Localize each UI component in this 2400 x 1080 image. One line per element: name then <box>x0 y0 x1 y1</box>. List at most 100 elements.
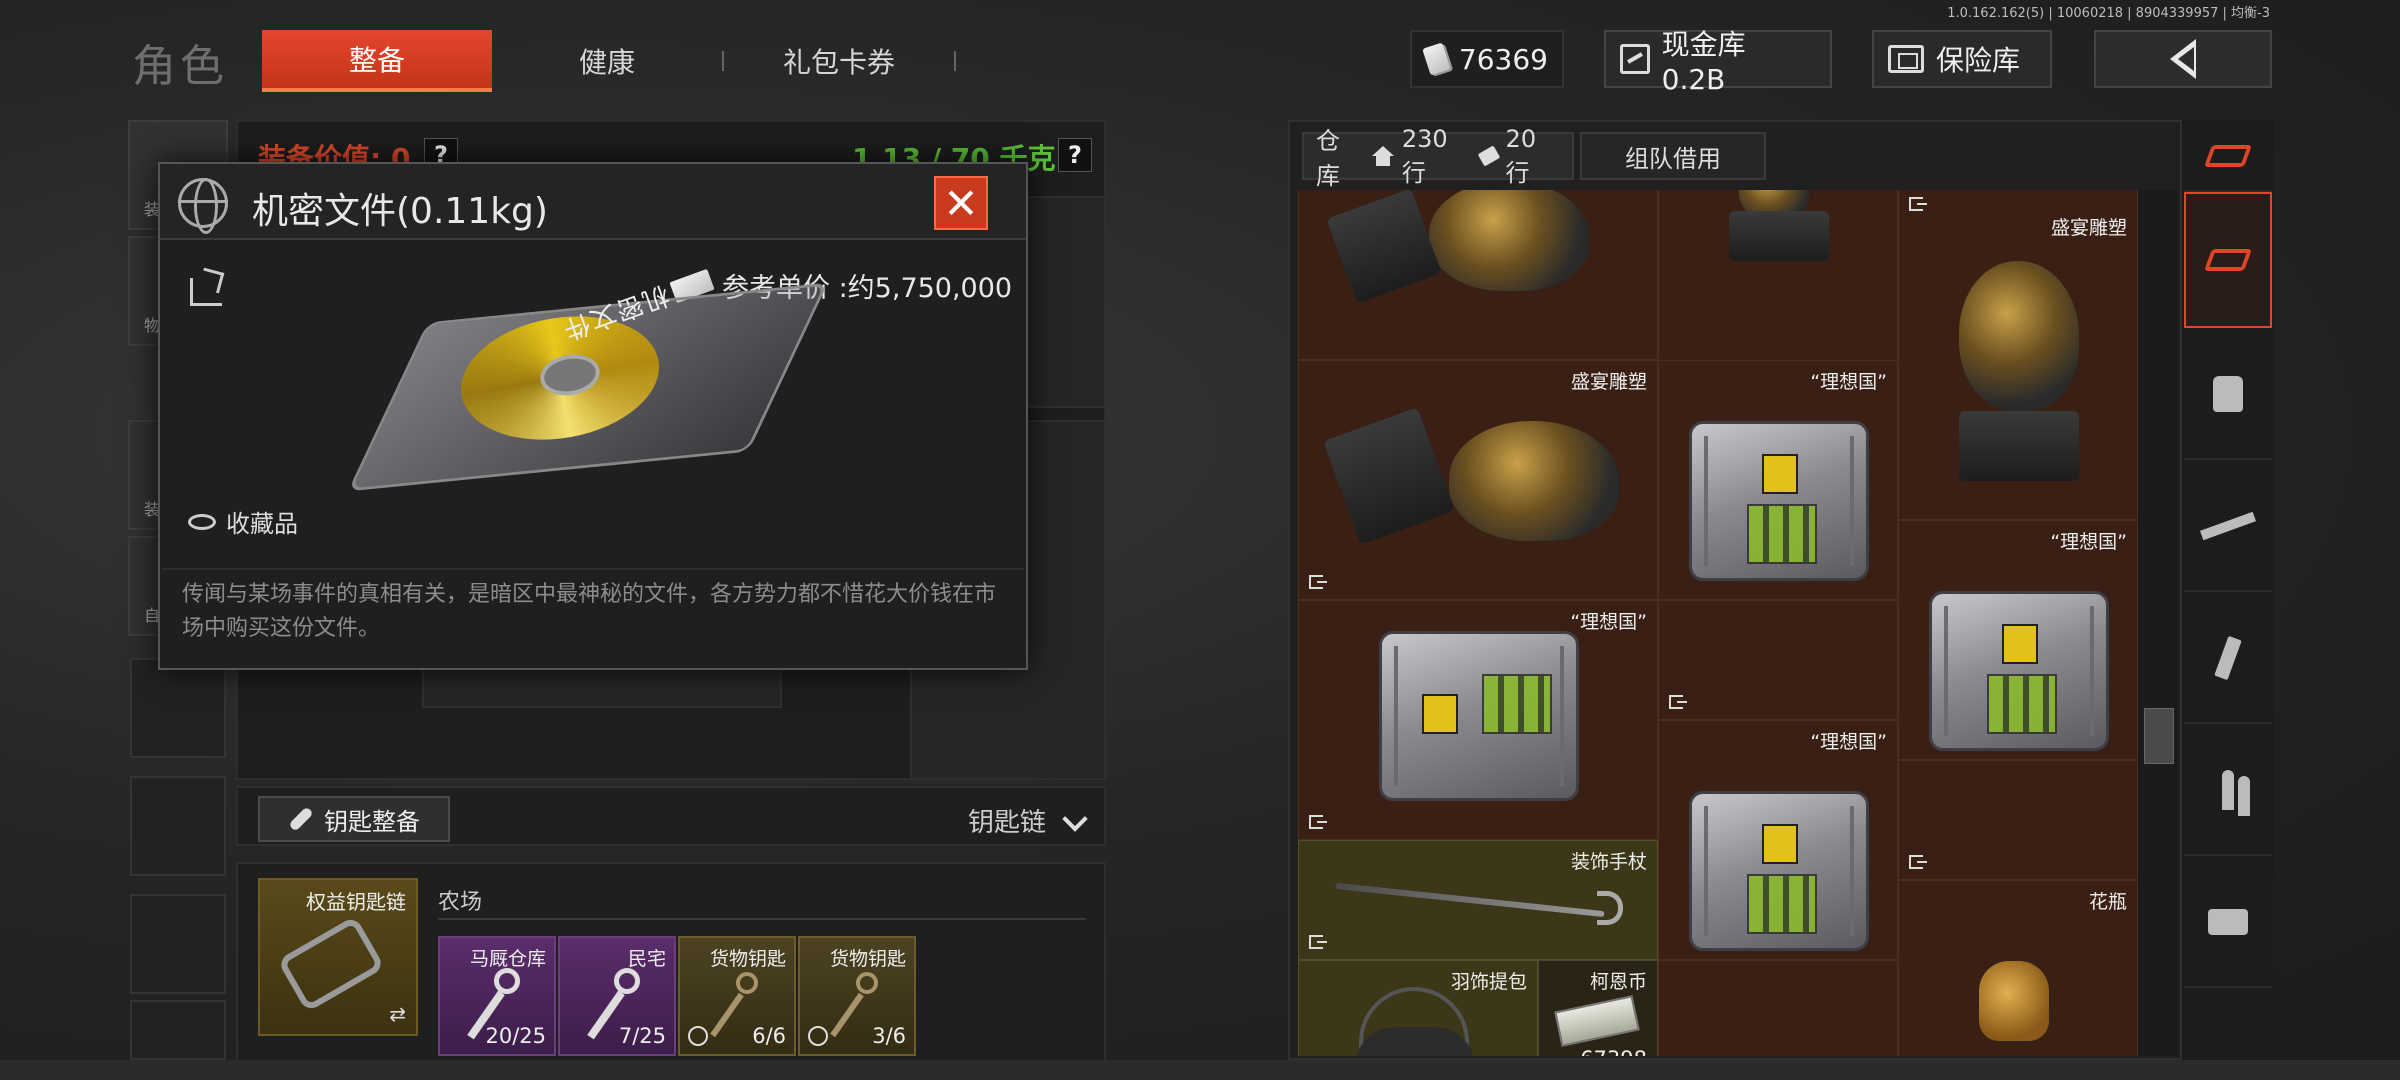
house-icon <box>1371 146 1394 166</box>
item-description: 传闻与某场事件的真相有关，是暗区中最神秘的文件，各方势力都不惜花大价钱在市场中购… <box>182 582 997 641</box>
filter-sort-button[interactable] <box>2184 122 2272 192</box>
back-button[interactable] <box>2094 30 2272 88</box>
ammo-icon <box>2222 770 2234 810</box>
inventory-item-ideal-state[interactable]: “理想国” <box>1298 600 1658 840</box>
inventory-item-ideal-state[interactable]: “理想国” <box>1658 720 1898 960</box>
modal-title: 机密文件(0.11kg) <box>252 191 548 232</box>
item-name: 装饰手杖 <box>1570 851 1647 873</box>
safe-icon <box>1888 45 1924 73</box>
key-slot[interactable]: 马厩仓库 20/25 <box>438 936 556 1056</box>
empty-slot[interactable] <box>130 1000 226 1060</box>
tab-gift-vouchers[interactable]: 礼包卡券 <box>724 30 954 92</box>
cash-stack-art <box>1554 995 1640 1047</box>
key-name: 马厩仓库 <box>469 948 546 970</box>
item-name: 盛宴雕塑 <box>2050 217 2127 239</box>
key-section-label: 农场 <box>438 890 483 915</box>
key-chain-item[interactable]: 权益钥匙链 ⇄ <box>258 878 418 1036</box>
inventory-item-ideal-state[interactable]: “理想国” <box>1658 360 1898 600</box>
key-slot[interactable]: 货物钥匙 6/6 <box>678 936 796 1056</box>
cane-art <box>1335 882 1605 918</box>
inventory-item-cane[interactable]: 装饰手杖 <box>1298 840 1658 960</box>
filter-weapon-button[interactable] <box>2184 462 2272 592</box>
item-name: “理想国” <box>1570 611 1647 633</box>
backpack-grid[interactable] <box>422 664 782 708</box>
bottom-strip <box>0 1060 2400 1080</box>
safe-button[interactable]: 保险库 <box>1872 30 2052 88</box>
key-uses: 7/25 <box>618 1024 666 1048</box>
key-setup-label: 钥匙整备 <box>324 807 420 836</box>
money-amount: 76369 <box>1458 42 1548 76</box>
key-setup-button[interactable]: 钥匙整备 <box>258 796 450 842</box>
item-name: 羽饰提包 <box>1450 971 1527 993</box>
item-name: 花瓶 <box>2088 891 2127 913</box>
safe-label: 保险库 <box>1936 44 2021 77</box>
scroll-thumb[interactable] <box>2144 708 2174 764</box>
case-art <box>1929 591 2109 751</box>
exit-icon <box>1309 935 1327 949</box>
empty-slot[interactable] <box>130 776 226 876</box>
filter-ammo-button[interactable] <box>2184 726 2272 856</box>
empty-slot[interactable] <box>130 658 226 758</box>
exit-icon <box>1909 197 1927 211</box>
tab-separator <box>954 51 956 71</box>
divider <box>438 918 1086 920</box>
vase-art <box>1979 961 2049 1041</box>
timer-icon <box>688 1026 708 1046</box>
item-count: 67398 <box>1580 1047 1647 1056</box>
close-button[interactable]: ✕ <box>934 176 988 230</box>
key-slot[interactable]: 货物钥匙 3/6 <box>798 936 916 1056</box>
cash-vault-button[interactable]: 现金库 0.2B <box>1604 28 1832 96</box>
inventory-item-feather-bag[interactable]: 羽饰提包 <box>1298 960 1538 1056</box>
inventory-item-ideal-state[interactable]: “理想国” <box>1898 520 2138 760</box>
inventory-cell[interactable] <box>1658 600 1898 720</box>
category-label: 收藏品 <box>226 510 298 538</box>
category-row: 收藏品 <box>188 504 298 539</box>
cane-head-art <box>1597 891 1623 925</box>
item-name: “理想国” <box>1810 731 1887 753</box>
inventory-grid[interactable]: 盛宴雕塑 盛宴雕塑 “理想国” “理想国” “理想国” “理想国” 装饰手杖 羽… <box>1298 190 2138 1056</box>
item-name: “理想国” <box>1810 371 1887 393</box>
item-name: 柯恩币 <box>1589 971 1647 993</box>
exit-icon <box>1309 815 1327 829</box>
filter-armor-button[interactable] <box>2184 330 2272 460</box>
exit-icon <box>1909 855 1927 869</box>
inventory-scrollbar[interactable] <box>2138 190 2178 1056</box>
tab-team-borrow[interactable]: 组队借用 <box>1580 132 1766 180</box>
key-uses: 20/25 <box>485 1024 546 1048</box>
inventory-item-statue[interactable] <box>1298 190 1658 360</box>
tab-health[interactable]: 健康 <box>492 30 722 92</box>
empty-slot[interactable] <box>130 894 226 994</box>
sort-stack-icon <box>2203 145 2253 167</box>
back-chevron-icon <box>2170 39 2196 79</box>
all-items-icon <box>2203 249 2253 271</box>
share-icon[interactable] <box>190 278 222 306</box>
money-icon <box>1422 42 1451 76</box>
timer-icon <box>808 1026 828 1046</box>
key-name: 货物钥匙 <box>709 948 786 970</box>
cash-vault-icon <box>1620 44 1650 74</box>
key-name: 民宅 <box>627 948 666 970</box>
inventory-cell[interactable] <box>1898 760 2138 880</box>
filter-attachment-button[interactable] <box>2184 858 2272 988</box>
tab-warehouse[interactable]: 仓库 230行 20行 <box>1302 125 1574 190</box>
inventory-cell[interactable] <box>1658 960 1898 1056</box>
inventory-item-feast-statue[interactable]: 盛宴雕塑 <box>1298 360 1658 600</box>
help-icon[interactable]: ? <box>1058 138 1092 172</box>
tab-equipment[interactable]: 整备 <box>262 30 492 92</box>
key-chain-dropdown-label[interactable]: 钥匙链 <box>968 802 1046 839</box>
inventory-item-feast-statue-b[interactable]: 盛宴雕塑 <box>1898 190 2138 520</box>
main-tabs: 整备 健康 礼包卡券 <box>262 30 956 92</box>
version-text: 1.0.162.162(5) | 10060218 | 8904339957 |… <box>1947 6 2270 21</box>
key-chain-name: 权益钥匙链 <box>306 890 406 914</box>
rifle-icon <box>2199 511 2257 541</box>
magazine-icon <box>2214 635 2242 681</box>
money-display: 76369 <box>1410 30 1564 88</box>
attachment-icon <box>2208 909 2248 935</box>
swap-icon[interactable]: ⇄ <box>389 1002 406 1026</box>
filter-all-button[interactable] <box>2184 192 2272 328</box>
tag-icon <box>1477 145 1500 167</box>
inventory-item-vase[interactable]: 花瓶 <box>1898 880 2138 1056</box>
inventory-item-coin[interactable]: 柯恩币 67398 <box>1538 960 1658 1056</box>
filter-magazine-button[interactable] <box>2184 594 2272 724</box>
key-slot[interactable]: 民宅 7/25 <box>558 936 676 1056</box>
